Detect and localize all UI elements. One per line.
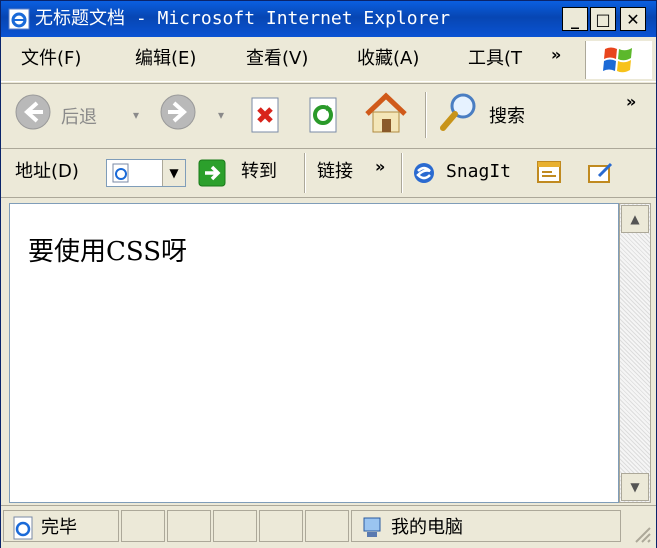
page-done-icon — [13, 516, 33, 540]
search-icon[interactable] — [437, 90, 481, 134]
stop-icon[interactable] — [248, 96, 282, 134]
scroll-down-button[interactable]: ▼ — [621, 473, 649, 501]
back-dropdown-icon[interactable]: ▾ — [133, 104, 139, 126]
menu-edit[interactable]: 编辑(E) — [135, 48, 196, 70]
links-separator — [401, 153, 403, 193]
browser-window: 无标题文档 - Microsoft Internet Explorer _ □ … — [0, 0, 657, 548]
home-icon[interactable] — [363, 92, 409, 134]
address-bar: 地址(D) ▼ 转到 链接 » SnagIt — [1, 149, 656, 198]
windows-flag-icon — [603, 47, 632, 73]
content-text: 要使用CSS呀 — [28, 237, 188, 267]
forward-dropdown-icon[interactable]: ▾ — [218, 104, 224, 126]
arrow-up-icon: ▲ — [630, 212, 640, 226]
status-text: 完毕 — [41, 517, 77, 538]
menu-favorites[interactable]: 收藏(A) — [357, 48, 419, 70]
links-overflow-chevron[interactable]: » — [375, 157, 385, 176]
address-dropdown-button[interactable]: ▼ — [162, 160, 185, 186]
search-label[interactable]: 搜索 — [489, 106, 525, 128]
maximize-icon: □ — [595, 9, 611, 29]
close-icon: ✕ — [626, 9, 640, 29]
page-icon — [112, 163, 129, 183]
status-bar: 完毕 我的电脑 — [1, 505, 656, 548]
menu-overflow-chevron[interactable]: » — [551, 45, 561, 64]
address-separator — [304, 153, 306, 193]
menu-tools[interactable]: 工具(T — [468, 48, 522, 70]
toolbar-separator — [425, 92, 427, 138]
standard-toolbar: 后退 ▾ ▾ 搜索 » — [1, 83, 656, 149]
menu-file[interactable]: 文件(F) — [21, 48, 81, 70]
status-pane — [259, 510, 303, 542]
refresh-icon[interactable] — [306, 96, 340, 134]
forward-icon[interactable] — [158, 92, 198, 132]
minimize-icon: _ — [571, 9, 579, 29]
back-icon[interactable] — [13, 92, 53, 132]
toolbar-overflow-chevron[interactable]: » — [626, 92, 636, 111]
go-arrow-icon[interactable] — [198, 159, 226, 187]
resize-grip-icon[interactable] — [630, 522, 652, 544]
go-button[interactable]: 转到 — [241, 161, 277, 183]
snagit-button[interactable]: SnagIt — [446, 161, 511, 183]
window-title: 无标题文档 - Microsoft Internet Explorer — [35, 8, 451, 29]
title-bar[interactable]: 无标题文档 - Microsoft Internet Explorer _ □ … — [1, 1, 656, 37]
minimize-button[interactable]: _ — [562, 7, 588, 31]
status-pane — [121, 510, 165, 542]
capture-edit-icon[interactable] — [587, 160, 615, 184]
address-label: 地址(D) — [15, 161, 79, 182]
back-label[interactable]: 后退 — [61, 107, 97, 129]
links-button[interactable]: 链接 — [317, 161, 353, 183]
ie-icon — [8, 8, 30, 30]
my-computer-icon — [363, 517, 381, 537]
windows-logo — [585, 41, 652, 79]
arrow-down-icon: ▼ — [630, 480, 640, 494]
page-content[interactable]: 要使用CSS呀 — [9, 203, 619, 503]
menu-bar: 文件(F) 编辑(E) 查看(V) 收藏(A) 工具(T » — [1, 37, 656, 82]
vertical-scrollbar[interactable]: ▲ ▼ — [619, 203, 651, 503]
zone-text: 我的电脑 — [391, 517, 463, 538]
menu-view[interactable]: 查看(V) — [246, 48, 308, 70]
status-pane — [305, 510, 349, 542]
status-pane — [213, 510, 257, 542]
address-field[interactable]: ▼ — [106, 159, 186, 187]
maximize-button[interactable]: □ — [590, 7, 616, 31]
snagit-icon[interactable] — [412, 161, 436, 185]
capture-window-icon[interactable] — [536, 160, 562, 184]
chevron-down-icon: ▼ — [169, 166, 179, 180]
scroll-up-button[interactable]: ▲ — [621, 205, 649, 233]
close-button[interactable]: ✕ — [620, 7, 646, 31]
status-pane — [167, 510, 211, 542]
